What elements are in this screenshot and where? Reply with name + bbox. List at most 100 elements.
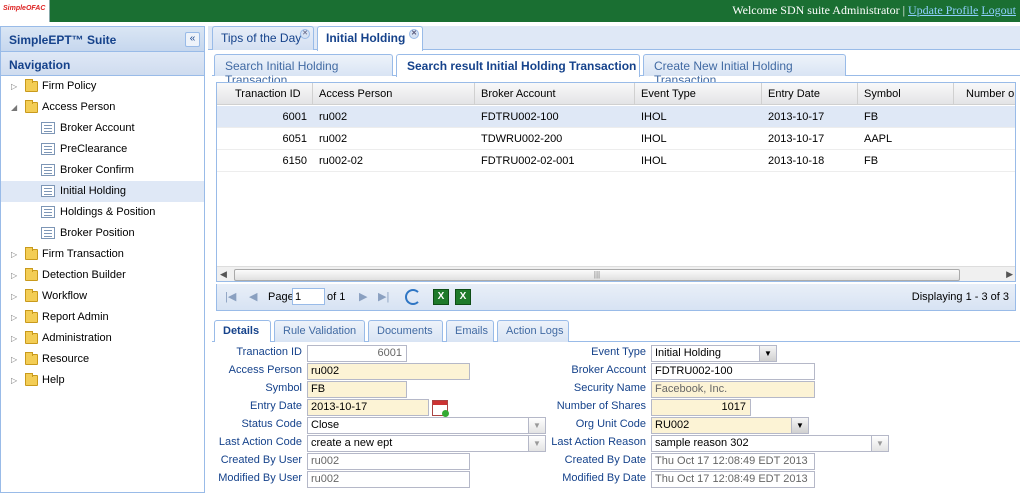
tree-item-holdings-position[interactable]: Holdings & Position [1,202,204,223]
folder-icon [25,79,38,92]
tab-tips-of-the-day[interactable]: Tips of the Day ✕ [212,26,314,50]
expand-arrow-icon[interactable]: ▷ [11,307,17,328]
tab-rule-validation[interactable]: Rule Validation [274,320,365,342]
tree-item-initial-holding[interactable]: Initial Holding [1,181,204,202]
previous-page-icon[interactable]: ◀ [249,290,257,303]
table-row[interactable]: 6150 ru002-02 FDTRU002-02-001 IHOL 2013-… [217,150,1015,172]
tab-label: Emails [455,325,489,337]
number-of-shares-field[interactable]: 1017 [651,399,751,416]
tree-item-firm-transaction[interactable]: ▷ Firm Transaction [1,244,204,265]
tree-item-firm-policy[interactable]: ▷ Firm Policy [1,76,204,97]
tree-item-broker-account[interactable]: Broker Account [1,118,204,139]
update-profile-link[interactable]: Update Profile [908,3,978,17]
security-name-field[interactable]: Facebook, Inc. [651,381,815,398]
scroll-left-icon[interactable]: ◀ [220,269,227,280]
transaction-id-field[interactable]: 6001 [307,345,407,362]
last-action-reason-select[interactable]: sample reason 302 ▼ [651,435,889,452]
tab-create-new-transaction[interactable]: Create New Initial Holding Transaction [643,54,846,87]
cell-broker-account: FDTRU002-02-001 [481,155,575,167]
document-icon [41,164,55,176]
cell-access-person: ru002-02 [319,155,364,167]
tab-emails[interactable]: Emails [446,320,494,342]
tree-item-detection-builder[interactable]: ▷ Detection Builder [1,265,204,286]
scroll-right-icon[interactable]: ▶ [1006,269,1013,280]
column-header-transaction-id[interactable]: Tranaction ID [217,83,313,105]
symbol-field[interactable]: FB [307,381,407,398]
close-tab-icon[interactable]: ✕ [300,29,310,39]
table-row[interactable]: 6001 ru002 FDTRU002-100 IHOL 2013-10-17 … [217,106,1015,128]
next-page-icon[interactable]: ▶ [359,290,367,303]
status-code-value: Close [311,419,340,431]
folder-open-icon [25,100,38,113]
export-excel-icon[interactable]: X [433,289,449,305]
tree-item-label: Detection Builder [42,269,126,281]
modified-by-date-label: Modified By Date [562,472,646,484]
created-by-user-field[interactable]: ru002 [307,453,470,470]
horizontal-scrollbar[interactable]: ◀ ||| ▶ [217,266,1015,281]
event-type-select[interactable]: Initial Holding ▼ [651,345,777,362]
column-header-symbol[interactable]: Symbol [858,83,954,105]
document-icon [41,143,55,155]
expand-arrow-icon[interactable]: ▷ [11,349,17,370]
dropdown-arrow-icon[interactable]: ▼ [791,418,808,433]
tab-search-transaction[interactable]: Search Initial Holding Transaction [214,54,393,87]
collapse-panel-button[interactable]: « [185,32,200,47]
column-header-access-person[interactable]: Access Person [313,83,475,105]
last-page-icon[interactable]: ▶| [378,290,389,303]
modified-by-date-field[interactable]: Thu Oct 17 12:08:49 EDT 2013 [651,471,815,488]
tab-label: Search result Initial Holding Transactio… [407,59,637,73]
modified-by-user-field[interactable]: ru002 [307,471,470,488]
tree-item-preclearance[interactable]: PreClearance [1,139,204,160]
tab-documents[interactable]: Documents [368,320,443,342]
tab-initial-holding[interactable]: Initial Holding ✕ [317,26,423,51]
tree-item-workflow[interactable]: ▷ Workflow [1,286,204,307]
tab-action-logs[interactable]: Action Logs [497,320,569,342]
tree-item-resource[interactable]: ▷ Resource [1,349,204,370]
scrollbar-thumb[interactable]: ||| [234,269,960,281]
page-number-input[interactable] [292,288,325,305]
collapse-arrow-icon[interactable]: ◢ [11,97,17,118]
security-name-label: Security Name [573,382,646,394]
expand-arrow-icon[interactable]: ▷ [11,286,17,307]
dropdown-arrow-icon[interactable]: ▼ [759,346,776,361]
refresh-icon[interactable] [405,289,421,305]
cell-broker-account: FDTRU002-100 [481,111,559,123]
tab-label: Initial Holding [326,31,406,45]
close-tab-icon[interactable]: ✕ [409,29,419,39]
tree-item-report-admin[interactable]: ▷ Report Admin [1,307,204,328]
created-by-date-field[interactable]: Thu Oct 17 12:08:49 EDT 2013 [651,453,815,470]
calendar-icon[interactable] [432,400,449,417]
tree-item-access-person[interactable]: ◢ Access Person [1,97,204,118]
broker-account-field[interactable]: FDTRU002-100 [651,363,815,380]
tab-search-result[interactable]: Search result Initial Holding Transactio… [396,54,640,77]
first-page-icon[interactable]: |◀ [225,290,236,303]
tree-item-label: Workflow [42,290,88,302]
column-header-event-type[interactable]: Event Type [635,83,762,105]
export-excel-all-icon[interactable]: X [455,289,471,305]
tree-item-broker-position[interactable]: Broker Position [1,223,204,244]
expand-arrow-icon[interactable]: ▷ [11,265,17,286]
entry-date-field[interactable]: 2013-10-17 [307,399,429,416]
last-action-code-select[interactable]: create a new ept ▼ [307,435,546,452]
tree-item-label: Firm Policy [42,80,97,92]
column-header-number-of-shares[interactable]: Number o [954,83,1015,105]
suite-title: SimpleEPT™ Suite [9,33,117,47]
column-header-broker-account[interactable]: Broker Account [475,83,635,105]
tab-label: Action Logs [506,325,564,337]
folder-icon [25,310,38,323]
column-header-entry-date[interactable]: Entry Date [762,83,858,105]
dropdown-arrow-icon[interactable]: ▼ [871,436,888,451]
tree-item-broker-confirm[interactable]: Broker Confirm [1,160,204,181]
expand-arrow-icon[interactable]: ▷ [11,328,17,349]
tree-item-help[interactable]: ▷ Help [1,370,204,391]
expand-arrow-icon[interactable]: ▷ [11,370,17,391]
org-unit-code-select[interactable]: RU002 ▼ [651,417,809,434]
tab-details[interactable]: Details [214,320,271,343]
table-row[interactable]: 6051 ru002 TDWRU002-200 IHOL 2013-10-17 … [217,128,1015,150]
expand-arrow-icon[interactable]: ▷ [11,244,17,265]
access-person-field[interactable]: ru002 [307,363,470,380]
expand-arrow-icon[interactable]: ▷ [11,76,17,97]
status-code-select[interactable]: Close ▼ [307,417,546,434]
logout-link[interactable]: Logout [981,3,1016,17]
tree-item-administration[interactable]: ▷ Administration [1,328,204,349]
